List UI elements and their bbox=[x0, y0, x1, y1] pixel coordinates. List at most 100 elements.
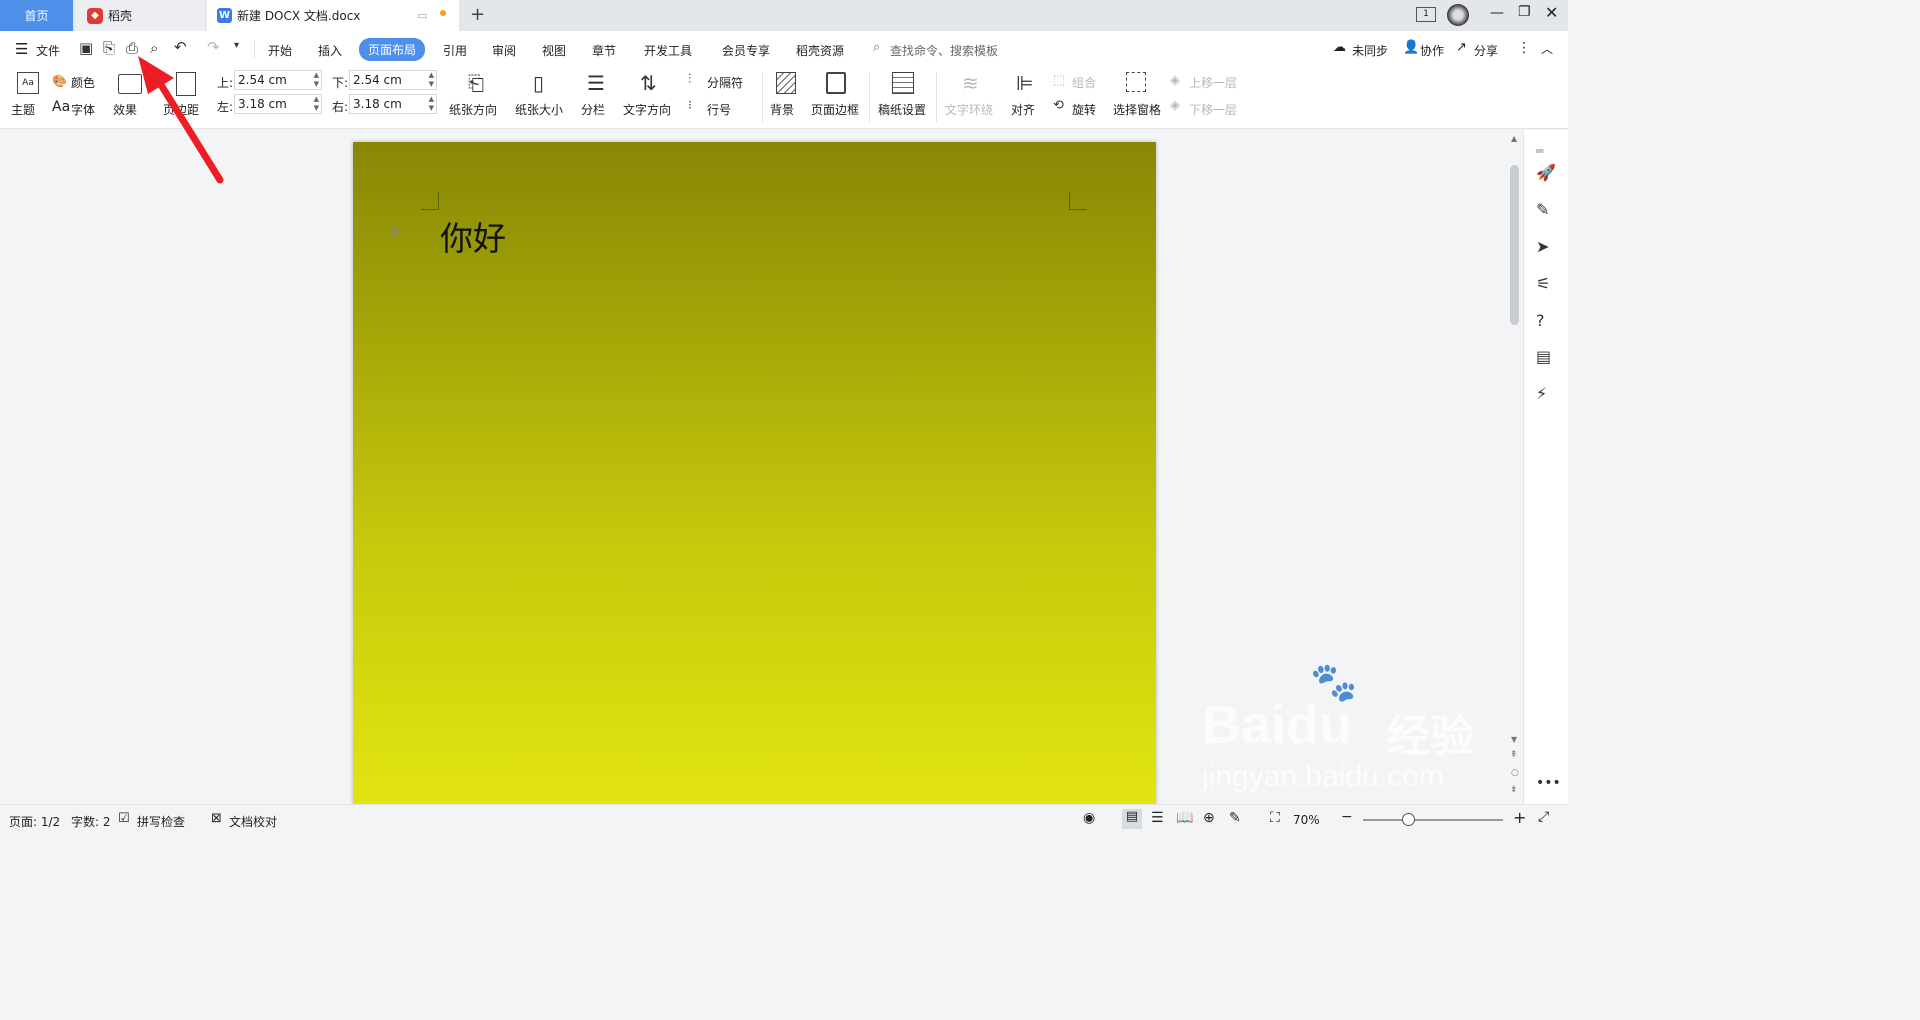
collapse-ribbon-icon[interactable]: ︿ bbox=[1541, 40, 1553, 57]
help-icon[interactable]: ? bbox=[1536, 311, 1545, 330]
bring-forward-button[interactable]: 上移一层 bbox=[1189, 74, 1237, 91]
fullscreen-icon[interactable]: ⤢ bbox=[1538, 809, 1549, 825]
menu-review[interactable]: 审阅 bbox=[492, 42, 516, 59]
background-icon[interactable] bbox=[776, 72, 796, 94]
menu-references[interactable]: 引用 bbox=[443, 42, 467, 59]
text-direction-icon[interactable]: ⇅ bbox=[640, 73, 657, 93]
background-button[interactable]: 背景 bbox=[770, 101, 794, 118]
menu-page-layout[interactable]: 页面布局 bbox=[359, 38, 426, 61]
save-icon[interactable]: ▣ bbox=[79, 41, 93, 56]
page-view-icon[interactable]: ▤ bbox=[1122, 809, 1142, 829]
selection-pane-button[interactable]: 选择窗格 bbox=[1113, 101, 1161, 118]
spin-arrows-icon[interactable]: ▲ ▼ bbox=[429, 95, 434, 113]
margin-top-input[interactable]: 2.54 cm ▲ ▼ bbox=[234, 70, 322, 90]
group-button[interactable]: 组合 bbox=[1072, 74, 1096, 91]
page-border-button[interactable]: 页面边框 bbox=[811, 101, 859, 118]
theme-icon[interactable]: Aa bbox=[17, 72, 39, 94]
menu-insert[interactable]: 插入 bbox=[318, 42, 342, 59]
write-view-icon[interactable]: ✎ bbox=[1229, 810, 1241, 826]
command-search-input[interactable]: 查找命令、搜索模板 bbox=[890, 42, 998, 59]
grid-paper-icon[interactable] bbox=[892, 72, 914, 94]
scroll-down-icon[interactable]: ▼ bbox=[1511, 735, 1517, 744]
reading-view-icon[interactable]: 📖 bbox=[1176, 810, 1193, 826]
spin-arrows-icon[interactable]: ▲ ▼ bbox=[429, 71, 434, 89]
web-view-icon[interactable]: ⊕ bbox=[1203, 810, 1215, 826]
menu-section[interactable]: 章节 bbox=[592, 42, 616, 59]
screen-icon[interactable]: ▭ bbox=[417, 9, 427, 22]
word-count[interactable]: 字数: 2 bbox=[71, 813, 111, 830]
hamburger-icon[interactable]: ☰ bbox=[15, 40, 28, 58]
menu-view[interactable]: 视图 bbox=[542, 42, 566, 59]
panel-handle-icon[interactable]: ═ bbox=[1536, 144, 1543, 158]
file-menu[interactable]: 文件 bbox=[36, 42, 60, 59]
zoom-slider-thumb[interactable] bbox=[1402, 813, 1415, 826]
zoom-slider[interactable] bbox=[1363, 819, 1503, 821]
fit-page-icon[interactable]: ⛶ bbox=[1270, 810, 1280, 826]
tab-daoke[interactable]: ◆ 稻壳 bbox=[75, 0, 205, 31]
more-icon[interactable]: ⋮ bbox=[1517, 40, 1531, 56]
zoom-level[interactable]: 70% bbox=[1293, 813, 1320, 827]
margin-right-input[interactable]: 3.18 cm ▲ ▼ bbox=[349, 94, 437, 114]
export-icon[interactable]: ⎘ bbox=[103, 41, 115, 56]
new-tab-button[interactable]: + bbox=[470, 4, 485, 25]
image-settings-icon[interactable]: ▤ bbox=[1536, 347, 1551, 366]
rocket-icon[interactable]: 🚀 bbox=[1536, 163, 1556, 182]
spell-check-button[interactable]: 拼写检查 bbox=[137, 813, 185, 830]
vertical-scrollbar[interactable]: ▲ ▼ ⇞ ○ ⇟ bbox=[1508, 130, 1522, 804]
restore-icon[interactable]: ❐ bbox=[1518, 4, 1531, 20]
more-options-icon[interactable]: ••• bbox=[1536, 775, 1561, 791]
share-button[interactable]: 分享 bbox=[1474, 42, 1498, 59]
theme-button[interactable]: 主题 bbox=[11, 101, 35, 118]
tab-document[interactable]: W 新建 DOCX 文档.docx ▭ bbox=[207, 0, 459, 31]
sliders-icon[interactable]: ⚟ bbox=[1536, 274, 1550, 293]
orientation-icon[interactable]: ⎗ bbox=[468, 73, 484, 93]
grid-paper-button[interactable]: 稿纸设置 bbox=[878, 101, 926, 118]
columns-icon[interactable]: ☰ bbox=[587, 73, 605, 93]
zoom-out-icon[interactable]: − bbox=[1341, 809, 1353, 825]
scroll-up-icon[interactable]: ▲ bbox=[1511, 134, 1517, 143]
breaks-button[interactable]: 分隔符 bbox=[707, 74, 743, 91]
margin-left-input[interactable]: 3.18 cm ▲ ▼ bbox=[234, 94, 322, 114]
send-backward-button[interactable]: 下移一层 bbox=[1189, 101, 1237, 118]
rotate-button[interactable]: 旋转 bbox=[1072, 101, 1096, 118]
line-numbers-button[interactable]: 行号 bbox=[707, 101, 731, 118]
tab-home[interactable]: 首页 bbox=[0, 0, 73, 31]
eye-protection-icon[interactable]: ◉ bbox=[1083, 810, 1095, 826]
pen-icon[interactable]: ✎ bbox=[1536, 200, 1549, 219]
wrap-text-icon[interactable]: ≋ bbox=[962, 73, 979, 93]
menu-member[interactable]: 会员专享 bbox=[722, 42, 770, 59]
menu-developer[interactable]: 开发工具 bbox=[644, 42, 692, 59]
paragraph-handle-icon[interactable]: ⊞ bbox=[388, 225, 398, 239]
outline-view-icon[interactable]: ☰ bbox=[1151, 810, 1164, 826]
scrollbar-thumb[interactable] bbox=[1510, 165, 1519, 325]
page-indicator[interactable]: 页面: 1/2 bbox=[9, 813, 60, 830]
align-button[interactable]: 对齐 bbox=[1011, 101, 1035, 118]
sync-status[interactable]: 未同步 bbox=[1352, 42, 1388, 59]
fonts-button[interactable]: 字体 bbox=[71, 101, 95, 118]
minimize-icon[interactable]: — bbox=[1490, 5, 1504, 21]
select-browse-icon[interactable]: ○ bbox=[1511, 768, 1519, 778]
lightning-icon[interactable]: ⚡ bbox=[1536, 384, 1547, 403]
cursor-icon[interactable]: ➤ bbox=[1536, 237, 1549, 256]
document-page[interactable]: ⊞ 你好 bbox=[353, 142, 1156, 804]
selection-pane-icon[interactable] bbox=[1126, 72, 1146, 92]
text-direction-button[interactable]: 文字方向 bbox=[623, 101, 671, 118]
margin-bottom-input[interactable]: 2.54 cm ▲ ▼ bbox=[349, 70, 437, 90]
colors-button[interactable]: 颜色 bbox=[71, 74, 95, 91]
wrap-text-button[interactable]: 文字环绕 bbox=[945, 101, 993, 118]
paper-size-icon[interactable]: ▯ bbox=[533, 73, 544, 93]
avatar[interactable] bbox=[1447, 4, 1469, 26]
spin-arrows-icon[interactable]: ▲ ▼ bbox=[314, 95, 319, 113]
spin-arrows-icon[interactable]: ▲ ▼ bbox=[314, 71, 319, 89]
prev-page-icon[interactable]: ⇞ bbox=[1510, 750, 1518, 760]
menu-daoke-resources[interactable]: 稻壳资源 bbox=[796, 42, 844, 59]
close-icon[interactable]: ✕ bbox=[1545, 3, 1558, 22]
zoom-in-icon[interactable]: + bbox=[1513, 808, 1526, 827]
align-icon[interactable]: ⊫ bbox=[1016, 73, 1033, 93]
collaborate-button[interactable]: 协作 bbox=[1420, 42, 1444, 59]
columns-button[interactable]: 分栏 bbox=[581, 101, 605, 118]
document-text[interactable]: 你好 bbox=[440, 212, 506, 260]
paper-size-button[interactable]: 纸张大小 bbox=[515, 101, 563, 118]
window-count-icon[interactable]: 1 bbox=[1416, 7, 1436, 22]
orientation-button[interactable]: 纸张方向 bbox=[449, 101, 497, 118]
